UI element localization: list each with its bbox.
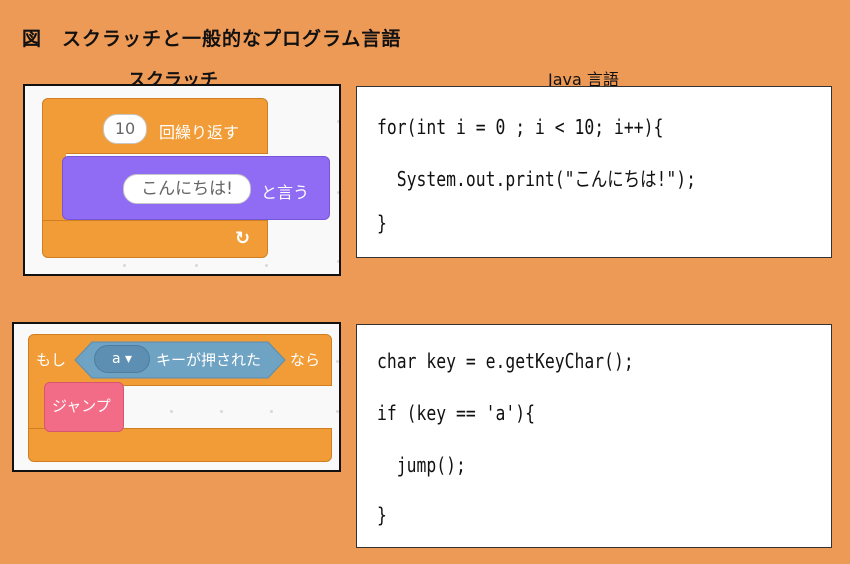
then-label: なら: [290, 351, 321, 369]
grid-dot: [220, 410, 223, 413]
grid-dot: [336, 410, 339, 413]
code-line: for(int i = 0 ; i < 10; i++){: [377, 115, 664, 139]
repeat-label: 回繰り返す: [159, 123, 240, 142]
code-line: jump();: [377, 453, 466, 477]
scratch-panel-repeat: 10 回繰り返す ↻ こんにちは! と言う: [23, 84, 341, 276]
grid-dot: [265, 264, 268, 267]
scratch-panel-if: もし なら a ▾ キーが押された ジャンプ: [12, 322, 341, 472]
grid-dot: [170, 410, 173, 413]
java-code-if: char key = e.getKeyChar(); if (key == 'a…: [356, 324, 832, 548]
if-label: もし: [36, 351, 67, 369]
code-line: System.out.print("こんにちは!");: [377, 167, 696, 191]
code-line: if (key == 'a'){: [377, 401, 535, 425]
grid-dot: [123, 264, 126, 267]
repeat-count-input[interactable]: 10: [103, 114, 147, 144]
grid-dot: [270, 410, 273, 413]
loop-arrow-icon: ↻: [235, 228, 251, 249]
if-block-bottom: [28, 428, 332, 462]
figure-title: 図 スクラッチと一般的なプログラム言語: [22, 28, 402, 50]
code-line: }: [377, 211, 387, 235]
key-pressed-label: キーが押された: [156, 351, 262, 369]
key-dropdown[interactable]: a ▾: [94, 345, 150, 373]
grid-dot: [337, 260, 339, 263]
grid-dot: [195, 264, 198, 267]
code-line: char key = e.getKeyChar();: [377, 349, 634, 373]
grid-dot: [337, 120, 339, 123]
say-text-input[interactable]: こんにちは!: [123, 174, 251, 204]
grid-dot: [337, 191, 339, 194]
jump-label: ジャンプ: [52, 397, 111, 415]
code-line: }: [377, 503, 387, 527]
java-code-loop: for(int i = 0 ; i < 10; i++){ System.out…: [356, 86, 832, 258]
grid-dot: [336, 360, 339, 363]
say-label: と言う: [261, 183, 310, 202]
